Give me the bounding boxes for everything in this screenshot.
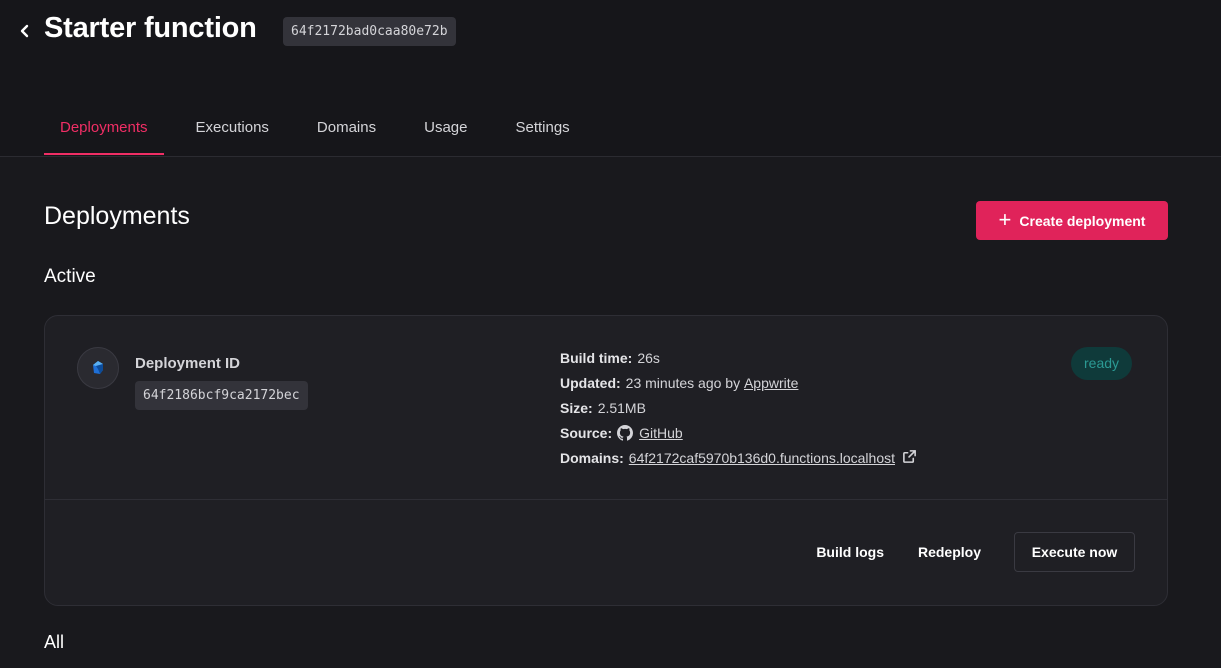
- build-time-value: 26s: [637, 350, 660, 366]
- dart-runtime-icon: [77, 347, 119, 389]
- external-link-icon[interactable]: [902, 449, 917, 464]
- deployment-actions: Build logs Redeploy Execute now: [799, 532, 1135, 572]
- status-badge: ready: [1071, 347, 1133, 380]
- active-deployment-card: Deployment ID 64f2186bcf9ca2172bec Build…: [44, 315, 1168, 606]
- updated-by-link[interactable]: Appwrite: [744, 374, 798, 392]
- domains-key: Domains:: [560, 450, 624, 466]
- size-row: Size: 2.51MB: [560, 399, 917, 424]
- page-header: Starter function 64f2172bad0caa80e72b De…: [0, 0, 1221, 157]
- deployment-id-label: Deployment ID: [135, 355, 241, 372]
- tab-settings[interactable]: Settings: [499, 102, 585, 155]
- size-value: 2.51MB: [597, 400, 646, 416]
- plus-icon: +: [998, 206, 1012, 232]
- github-icon: [617, 425, 634, 441]
- build-logs-button[interactable]: Build logs: [799, 532, 901, 572]
- section-title: Deployments: [44, 202, 190, 230]
- function-id-badge[interactable]: 64f2172bad0caa80e72b: [283, 17, 456, 46]
- tab-bar: Deployments Executions Domains Usage Set…: [44, 102, 602, 155]
- redeploy-button[interactable]: Redeploy: [901, 532, 998, 572]
- active-section-title: Active: [44, 266, 96, 287]
- deployment-meta: Build time: 26s Updated: 23 minutes ago …: [560, 349, 917, 474]
- page-title: Starter function: [44, 12, 257, 44]
- source-link[interactable]: GitHub: [639, 424, 683, 442]
- create-deployment-label: Create deployment: [1019, 212, 1146, 229]
- source-row: Source: GitHub: [560, 424, 917, 449]
- tab-executions[interactable]: Executions: [180, 102, 285, 155]
- create-deployment-button[interactable]: + Create deployment: [976, 201, 1168, 240]
- updated-row: Updated: 23 minutes ago by Appwrite: [560, 374, 917, 399]
- source-key: Source:: [560, 425, 613, 441]
- domains-row: Domains: 64f2172caf5970b136d0.functions.…: [560, 449, 917, 474]
- all-section-title: All: [44, 632, 65, 652]
- chevron-left-icon[interactable]: [16, 21, 34, 41]
- deployment-id[interactable]: 64f2186bcf9ca2172bec: [135, 381, 308, 410]
- updated-value: 23 minutes ago by: [625, 375, 741, 391]
- deployment-details: Deployment ID 64f2186bcf9ca2172bec Build…: [45, 316, 1167, 500]
- tab-usage[interactable]: Usage: [408, 102, 483, 155]
- tab-deployments[interactable]: Deployments: [44, 102, 164, 155]
- tab-domains[interactable]: Domains: [301, 102, 392, 155]
- updated-key: Updated:: [560, 375, 621, 391]
- build-time-row: Build time: 26s: [560, 349, 917, 374]
- size-key: Size:: [560, 400, 593, 416]
- build-time-key: Build time:: [560, 350, 633, 366]
- execute-now-button[interactable]: Execute now: [1014, 532, 1135, 572]
- domain-link[interactable]: 64f2172caf5970b136d0.functions.localhost: [629, 449, 895, 467]
